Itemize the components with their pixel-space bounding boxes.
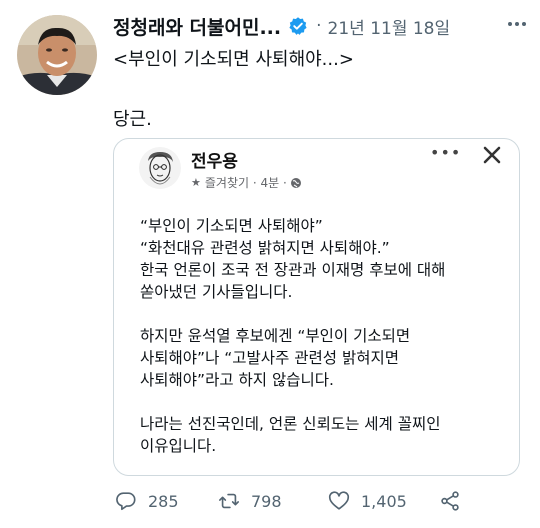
more-options-icon[interactable] xyxy=(505,12,529,36)
globe-icon xyxy=(290,177,301,188)
author-name[interactable]: 정청래와 더불어민... xyxy=(113,13,281,40)
tweet-actions: 285 798 1,405 xyxy=(113,490,523,520)
card-body-text: “부인이 기소되면 사퇴해야” “화천대유 관련성 밝혀지면 사퇴해야.” 한국… xyxy=(140,215,515,457)
avatar-photo xyxy=(17,15,97,95)
heart-icon xyxy=(328,491,350,510)
card-line: 나라는 선진국인데, 언론 신뢰도는 세계 꼴찌인 xyxy=(140,415,441,433)
tweet-header: 정청래와 더불어민... · 21년 11월 18일 xyxy=(113,10,450,42)
card-line: 한국 언론이 조국 전 장관과 이재명 후보에 대해 xyxy=(140,261,446,279)
retweet-icon xyxy=(219,493,239,509)
card-author-name: 전우용 xyxy=(191,152,238,172)
retweet-count: 798 xyxy=(251,491,282,511)
sketch-portrait-icon xyxy=(139,147,181,189)
star-icon: ★ xyxy=(191,176,201,189)
share-icon xyxy=(441,491,459,511)
close-icon xyxy=(483,146,501,164)
tweet-text-line-1: <부인이 기소되면 사퇴해야...> xyxy=(113,49,354,70)
meta-separator: · xyxy=(249,175,261,190)
share-button[interactable] xyxy=(439,490,472,512)
like-count: 1,405 xyxy=(361,491,407,511)
verified-badge-icon xyxy=(289,17,307,35)
card-line: “화천대유 관련성 밝혀지면 사퇴해야.” xyxy=(140,239,390,257)
card-line: 이유입니다. xyxy=(140,437,217,455)
card-line: 쏟아냈던 기사들입니다. xyxy=(140,283,293,301)
card-line: 하지만 윤석열 후보에겐 “부인이 기소되면 xyxy=(140,327,411,345)
reply-button[interactable]: 285 xyxy=(115,490,179,512)
tweet-date[interactable]: 21년 11월 18일 xyxy=(328,14,451,39)
favorite-label: 즐겨찾기 xyxy=(204,176,250,190)
avatar[interactable] xyxy=(17,15,97,95)
card-line: “부인이 기소되면 사퇴해야” xyxy=(140,217,323,235)
reply-icon xyxy=(116,492,136,511)
like-button[interactable]: 1,405 xyxy=(328,490,407,512)
retweet-button[interactable]: 798 xyxy=(218,490,282,512)
separator-dot: · xyxy=(316,16,322,36)
post-time: 4분 xyxy=(260,176,280,190)
card-line: 사퇴해야”라고 하지 않습니다. xyxy=(140,371,334,389)
card-meta: ★ 즐겨찾기 · 4분 · xyxy=(191,174,302,191)
embedded-post-card[interactable]: 전우용 ★ 즐겨찾기 · 4분 · ••• “부인이 기소되면 사퇴해야” “화… xyxy=(113,138,520,476)
meta-separator: · xyxy=(279,175,287,190)
card-avatar xyxy=(139,147,181,189)
tweet-text-line-2: 당근. xyxy=(113,109,152,130)
card-line: 사퇴해야”나 “고발사주 관련성 밝혀지면 xyxy=(140,349,400,367)
card-more-icon: ••• xyxy=(430,143,462,162)
reply-count: 285 xyxy=(148,491,179,511)
